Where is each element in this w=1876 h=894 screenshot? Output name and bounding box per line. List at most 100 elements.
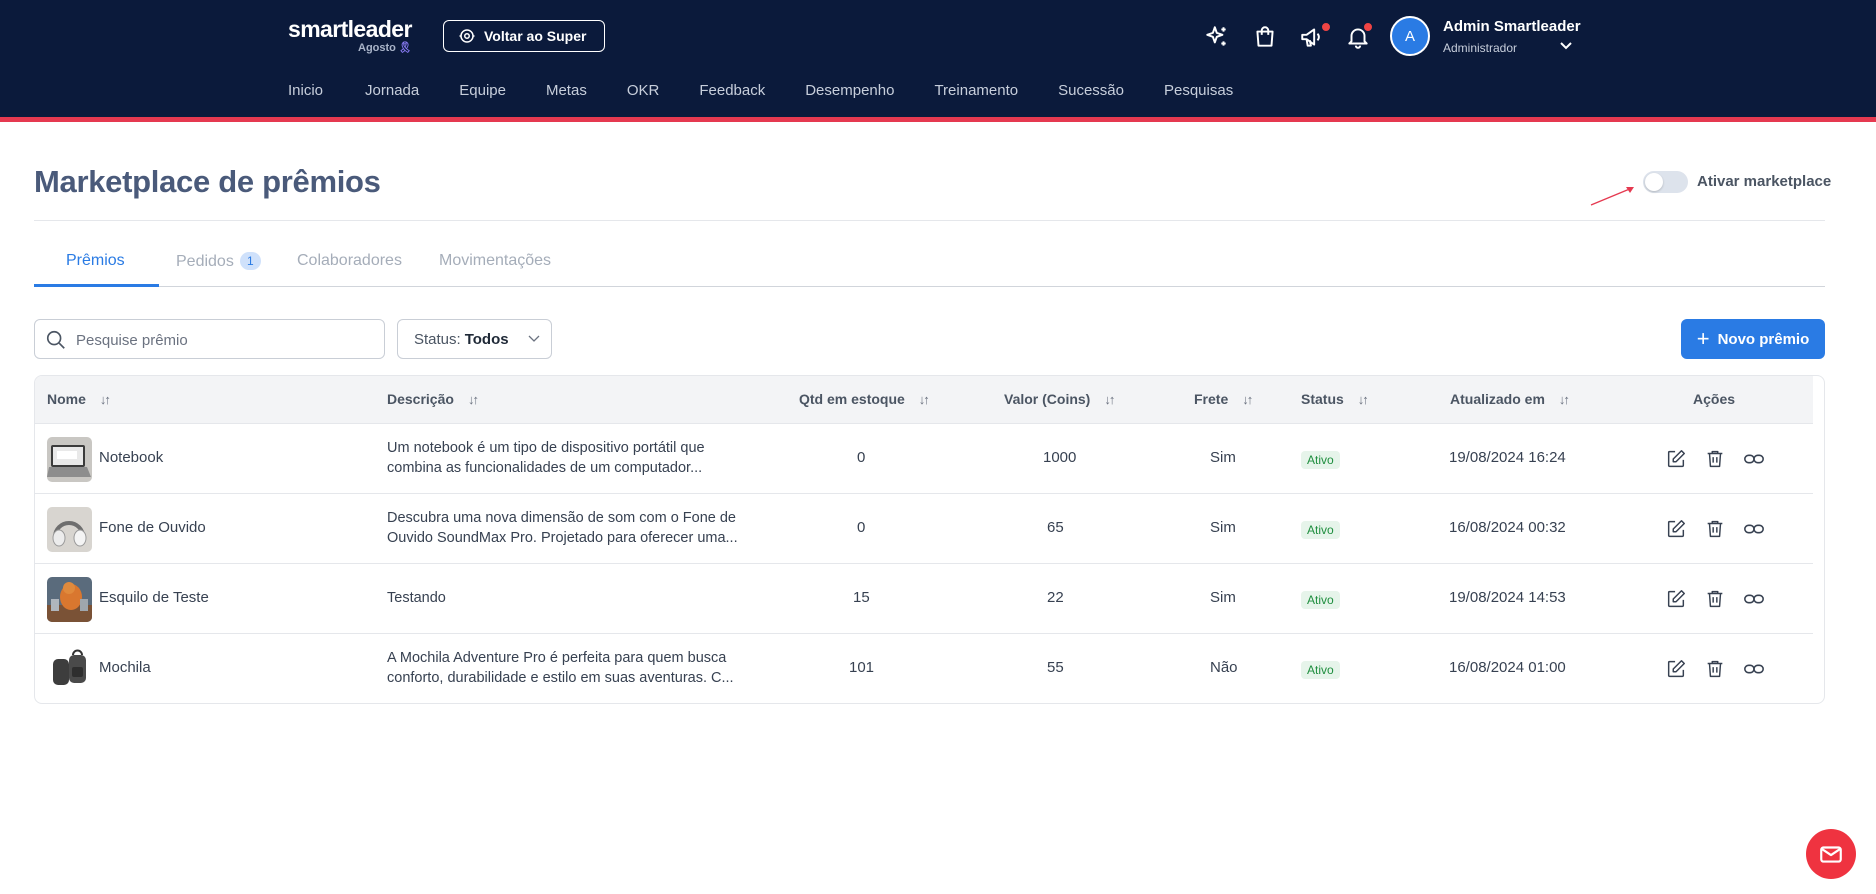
page-title: Marketplace de prêmios	[34, 164, 381, 199]
sort-icon[interactable]: ↓↑	[1242, 392, 1253, 407]
trash-icon[interactable]	[1704, 518, 1726, 540]
tab-movimentacoes[interactable]: Movimentações	[439, 252, 551, 270]
updated-at: 19/08/2024 16:24	[1449, 449, 1566, 466]
trash-icon[interactable]	[1704, 588, 1726, 610]
status-badge: Ativo	[1301, 591, 1340, 609]
nav-feedback[interactable]: Feedback	[699, 82, 765, 99]
notification-dot	[1321, 22, 1331, 32]
coins-value: 65	[1047, 519, 1064, 536]
edit-icon[interactable]	[1665, 658, 1687, 680]
search-icon	[46, 330, 65, 349]
new-prize-label: Novo prêmio	[1717, 330, 1810, 348]
tab-colaboradores[interactable]: Colaboradores	[297, 252, 402, 270]
column-header-nome[interactable]: Nome ↓↑	[47, 391, 111, 407]
avatar[interactable]: A	[1390, 16, 1430, 56]
marketplace-toggle[interactable]	[1643, 171, 1688, 193]
shopping-bag-icon[interactable]	[1250, 22, 1280, 52]
sort-icon[interactable]: ↓↑	[1104, 392, 1115, 407]
new-prize-button[interactable]: + Novo prêmio	[1681, 319, 1825, 359]
updated-at: 16/08/2024 00:32	[1449, 519, 1566, 536]
sort-icon[interactable]: ↓↑	[468, 392, 479, 407]
support-chat-button[interactable]	[1806, 829, 1856, 879]
tab-pedidos-label: Pedidos	[176, 253, 234, 270]
product-name: Mochila	[99, 659, 151, 676]
nav-treinamento[interactable]: Treinamento	[934, 82, 1018, 99]
annotation-arrow	[1590, 187, 1634, 206]
updated-at: 19/08/2024 14:53	[1449, 589, 1566, 606]
pedidos-count-badge: 1	[239, 252, 261, 270]
shipping: Sim	[1210, 589, 1236, 606]
updated-at: 16/08/2024 01:00	[1449, 659, 1566, 676]
search-input[interactable]	[76, 329, 376, 351]
sort-icon[interactable]: ↓↑	[1358, 392, 1369, 407]
link-icon[interactable]	[1743, 588, 1765, 610]
status-badge: Ativo	[1301, 521, 1340, 539]
bell-icon[interactable]	[1343, 22, 1373, 52]
back-icon	[459, 29, 475, 43]
product-name: Fone de Ouvido	[99, 519, 206, 536]
table-row: Fone de Ouvido Descubra uma nova dimensã…	[35, 494, 1813, 564]
user-name[interactable]: Admin Smartleader	[1443, 18, 1581, 35]
stock-qty: 15	[853, 589, 870, 606]
product-image-headphones	[47, 507, 92, 552]
tab-pedidos[interactable]: Pedidos 1	[176, 252, 261, 271]
nav-jornada[interactable]: Jornada	[365, 82, 419, 99]
stock-qty: 0	[857, 519, 866, 536]
column-header-descricao[interactable]: Descrição ↓↑	[387, 391, 479, 407]
trash-icon[interactable]	[1704, 448, 1726, 470]
status-badge: Ativo	[1301, 451, 1340, 469]
active-tab-indicator	[34, 284, 159, 287]
shipping: Não	[1210, 659, 1238, 676]
trash-icon[interactable]	[1704, 658, 1726, 680]
link-icon[interactable]	[1743, 448, 1765, 470]
coins-value: 1000	[1043, 449, 1077, 466]
status-badge: Ativo	[1301, 661, 1340, 679]
column-header-frete[interactable]: Frete ↓↑	[1194, 391, 1253, 407]
tab-premios[interactable]: Prêmios	[66, 252, 125, 270]
tabs: Prêmios Pedidos 1 Colaboradores Movimenta…	[34, 250, 1825, 287]
edit-icon[interactable]	[1665, 588, 1687, 610]
table-header: Nome ↓↑ Descrição ↓↑ Qtd em estoque ↓↑ Valo…	[35, 376, 1813, 424]
prizes-table: Nome ↓↑ Descrição ↓↑ Qtd em estoque ↓↑ Valo…	[34, 375, 1825, 704]
megaphone-icon[interactable]	[1297, 22, 1331, 52]
product-name: Notebook	[99, 449, 164, 466]
status-filter-select[interactable]: Status: Todos	[397, 319, 552, 359]
nav-inicio[interactable]: Inicio	[288, 82, 323, 99]
product-description: Um notebook é um tipo de dispositivo por…	[387, 440, 705, 476]
nav-okr[interactable]: OKR	[627, 82, 660, 99]
product-description: Descubra uma nova dimensão de som com o …	[387, 510, 738, 546]
column-header-status[interactable]: Status ↓↑	[1301, 391, 1369, 407]
sort-icon[interactable]: ↓↑	[1559, 392, 1570, 407]
product-image-squirrel	[47, 577, 92, 622]
sort-icon[interactable]: ↓↑	[919, 392, 930, 407]
back-to-super-label: Voltar ao Super	[484, 28, 587, 44]
nav-sucessao[interactable]: Sucessão	[1058, 82, 1124, 99]
divider	[34, 220, 1825, 221]
edit-icon[interactable]	[1665, 448, 1687, 470]
nav-pesquisas[interactable]: Pesquisas	[1164, 82, 1233, 99]
back-to-super-button[interactable]: Voltar ao Super	[443, 20, 605, 52]
top-navbar: smartleader Agosto 🎗 Voltar ao Super Inic…	[0, 0, 1876, 120]
logo-month: Agosto 🎗	[358, 42, 412, 54]
edit-icon[interactable]	[1665, 518, 1687, 540]
main-nav: Inicio Jornada Equipe Metas OKR Feedback…	[288, 82, 1273, 99]
sort-icon[interactable]: ↓↑	[100, 392, 111, 407]
logo[interactable]: smartleader Agosto 🎗	[288, 16, 412, 54]
nav-metas[interactable]: Metas	[546, 82, 587, 99]
link-icon[interactable]	[1743, 658, 1765, 680]
nav-equipe[interactable]: Equipe	[459, 82, 506, 99]
column-header-estoque[interactable]: Qtd em estoque ↓↑	[799, 391, 930, 407]
header-accent-stripe	[0, 117, 1876, 122]
ribbon-icon: 🎗	[397, 42, 412, 54]
column-header-valor[interactable]: Valor (Coins) ↓↑	[1004, 391, 1115, 407]
nav-desempenho[interactable]: Desempenho	[805, 82, 894, 99]
table-row: Mochila A Mochila Adventure Pro é perfei…	[35, 634, 1813, 703]
column-header-atualizado[interactable]: Atualizado em ↓↑	[1450, 391, 1570, 407]
coins-value: 22	[1047, 589, 1064, 606]
product-image-notebook	[47, 437, 92, 482]
link-icon[interactable]	[1743, 518, 1765, 540]
search-box	[34, 319, 385, 359]
chevron-down-icon[interactable]	[1558, 38, 1574, 52]
sparkles-icon[interactable]	[1202, 22, 1232, 52]
table-row: Esquilo de Teste Testando 15 22 Sim Ativ…	[35, 564, 1813, 634]
